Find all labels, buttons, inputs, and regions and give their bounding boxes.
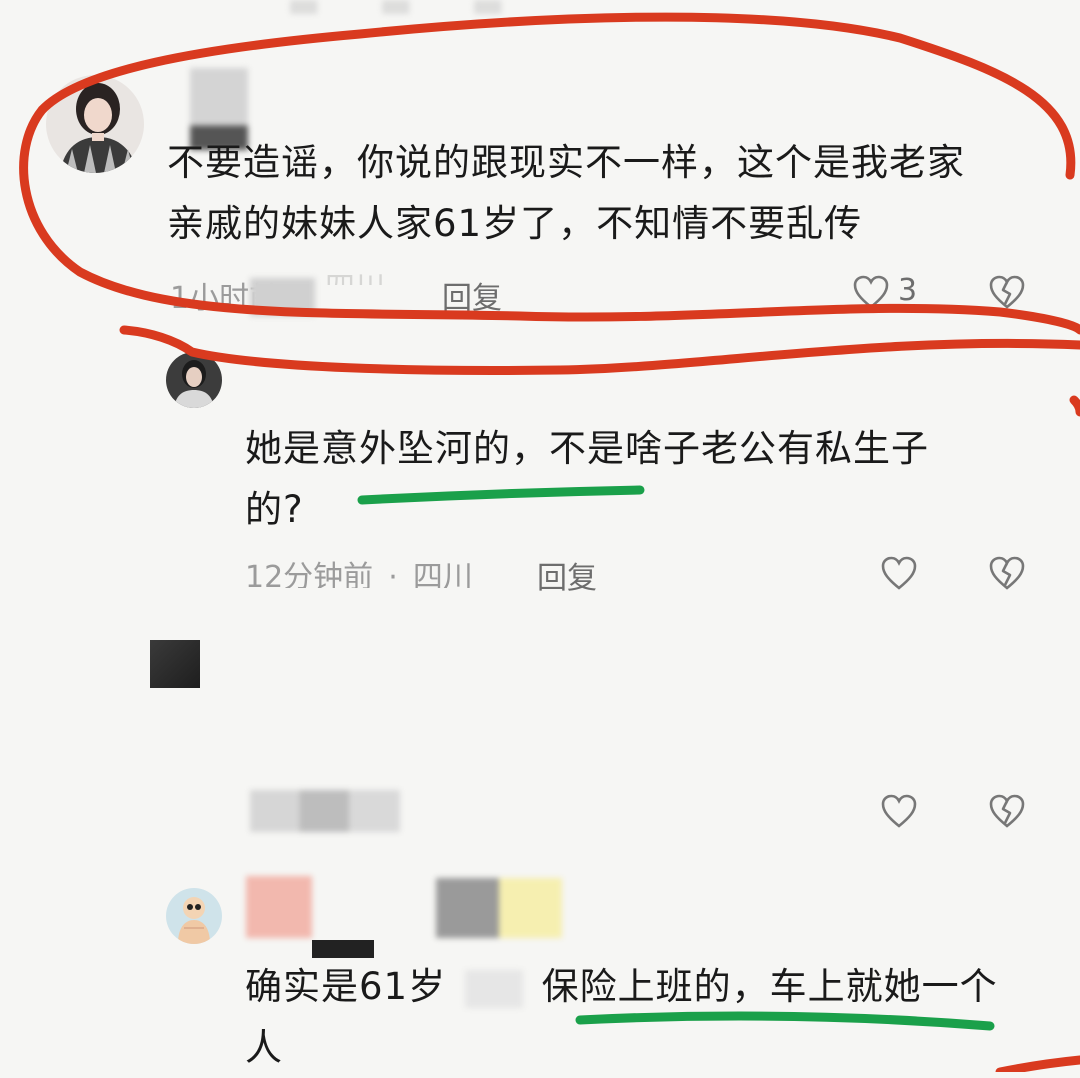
- location-mosaic: [250, 278, 315, 316]
- comment-text-segment: 保险上班的，车上就她一个: [541, 965, 998, 1008]
- comment-text-line: 亲戚的妹妹人家61岁了，不知情不要乱传: [167, 202, 863, 245]
- comment-time: 12分钟前: [245, 560, 374, 588]
- like-button[interactable]: [852, 274, 890, 310]
- reply-button[interactable]: 回复: [442, 273, 502, 317]
- previous-row-remnant: [290, 0, 520, 14]
- heart-outline-icon: [853, 275, 889, 309]
- red-stroke-annotation: [119, 325, 1080, 375]
- commenter-avatar[interactable]: [166, 352, 222, 408]
- red-edge-mark: [1069, 395, 1080, 417]
- heart-outline-icon: [881, 556, 917, 590]
- dislike-button[interactable]: [988, 555, 1026, 591]
- heart-outline-icon: [881, 794, 917, 828]
- comment-meta: 12分钟前 · 四川: [245, 552, 473, 588]
- comment-meta-mosaic: [250, 790, 400, 832]
- like-button[interactable]: [880, 555, 918, 591]
- comment-text-line: 不要造谣，你说的跟现实不一样，这个是我老家: [167, 141, 965, 184]
- meta-separator: ·: [388, 560, 398, 588]
- dislike-button[interactable]: [988, 793, 1026, 829]
- reply-button[interactable]: 回复: [537, 553, 597, 597]
- comment-text-line: 人: [245, 1026, 283, 1069]
- broken-heart-icon: [989, 275, 1025, 309]
- avatar-mosaic[interactable]: [150, 640, 200, 688]
- comment-text-segment: 确实是61岁: [245, 965, 447, 1008]
- text-mosaic: [464, 969, 523, 1008]
- like-count: 3: [898, 273, 918, 308]
- commenter-avatar[interactable]: [166, 888, 222, 944]
- broken-heart-icon: [989, 556, 1025, 590]
- comment-text: 她是意外坠河的，不是啥子老公有私生子 的?: [245, 418, 1035, 540]
- commenter-avatar[interactable]: [46, 75, 144, 173]
- comment-location: 四川: [412, 560, 473, 588]
- comment-text-line: 确实是61岁 保险上班的，车上就她一个: [245, 956, 1045, 1017]
- comment-text-line: 的?: [245, 488, 304, 531]
- comment-text: 不要造谣，你说的跟现实不一样，这个是我老家 亲戚的妹妹人家61岁了，不知情不要乱…: [167, 132, 1047, 254]
- comment-location: 四川: [325, 263, 385, 285]
- badge-mosaic: [436, 878, 562, 938]
- like-button[interactable]: [880, 793, 918, 829]
- comment-text: 确实是61岁 保险上班的，车上就她一个 人: [245, 956, 1045, 1078]
- comment-text-line: 她是意外坠河的，不是啥子老公有私生子: [245, 427, 929, 470]
- broken-heart-icon: [989, 794, 1025, 828]
- username-mosaic[interactable]: [246, 876, 312, 938]
- dislike-button[interactable]: [988, 274, 1026, 310]
